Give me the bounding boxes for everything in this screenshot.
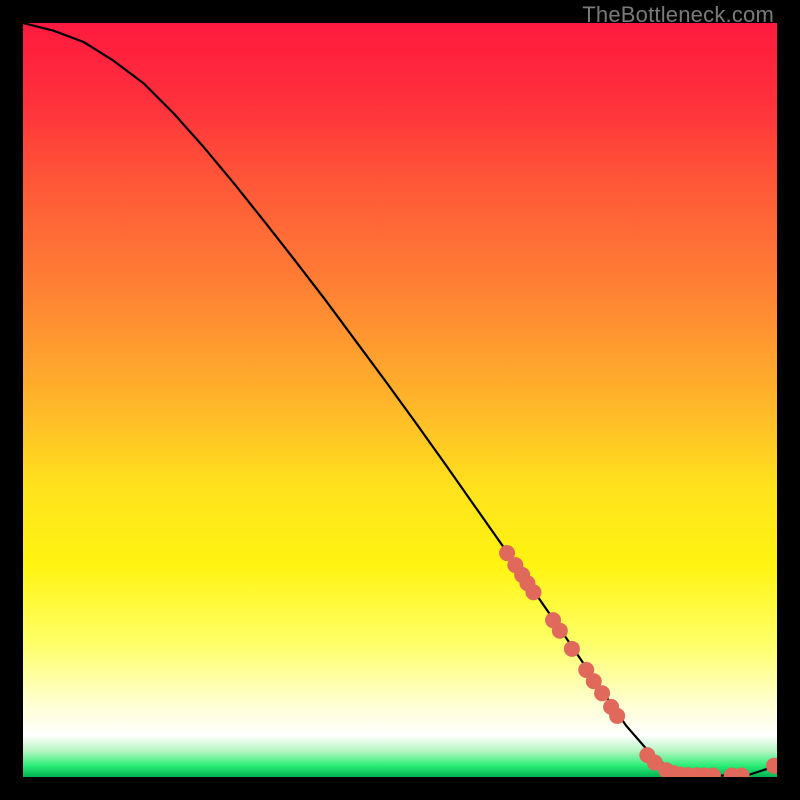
data-point: [564, 641, 580, 657]
data-point: [525, 584, 541, 600]
data-point: [609, 708, 625, 724]
watermark-label: TheBottleneck.com: [582, 2, 774, 28]
chart-frame: [23, 23, 777, 777]
data-point: [594, 685, 610, 701]
data-point: [552, 623, 568, 639]
chart-plot: [23, 23, 777, 777]
